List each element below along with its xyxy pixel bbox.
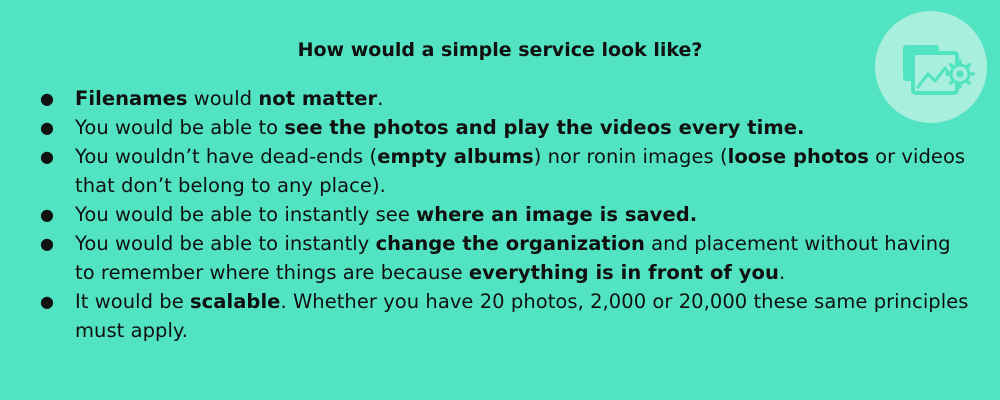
bullet-dot-icon: ● <box>40 292 55 311</box>
bullet-item: ● You wouldn’t have dead-ends (empty albu… <box>40 142 975 200</box>
bold-text: Filenames <box>75 87 188 110</box>
bullet-list: ● Filenames would not matter. ● You would b… <box>40 84 975 345</box>
bold-text: not matter <box>258 87 378 110</box>
bullet-text: You would be able to instantly see <box>75 203 417 226</box>
bullet-dot-icon: ● <box>40 205 55 224</box>
bullet-dot-icon: ● <box>40 234 55 253</box>
bold-text: everything is in front of you <box>468 261 779 284</box>
bullet-text: would <box>187 87 259 110</box>
bold-text: where an image is saved. <box>416 203 698 226</box>
bold-text: scalable <box>190 290 281 313</box>
bold-text: empty albums <box>377 145 534 168</box>
bold-text: see the photos and play the videos every… <box>284 116 805 139</box>
bullet-text: You would be able to <box>75 116 285 139</box>
bullet-dot-icon: ● <box>40 89 55 108</box>
bullet-text: . <box>778 261 786 284</box>
bullet-dot-icon: ● <box>40 118 55 137</box>
bullet-item: ● You would be able to see the photos and… <box>40 113 975 142</box>
bullet-item: ● You would be able to instantly see wher… <box>40 200 975 229</box>
bullet-text: You wouldn’t have dead-ends ( <box>75 145 378 168</box>
bullet-text: ) nor ronin images ( <box>533 145 728 168</box>
bullet-item: ● You would be able to instantly change t… <box>40 229 975 287</box>
bullet-text: . <box>377 87 384 110</box>
bullet-item: ● Filenames would not matter. <box>40 84 975 113</box>
bullet-dot-icon: ● <box>40 147 55 166</box>
bullet-text: It would be <box>75 290 191 313</box>
bold-text: loose photos <box>727 145 869 168</box>
page-title: How would a simple service look like? <box>297 39 703 61</box>
bullet-text: You would be able to instantly <box>75 232 376 255</box>
bold-text: change the organization <box>375 232 645 255</box>
bullet-item: ● It would be scalable. Whether you have … <box>40 287 975 345</box>
